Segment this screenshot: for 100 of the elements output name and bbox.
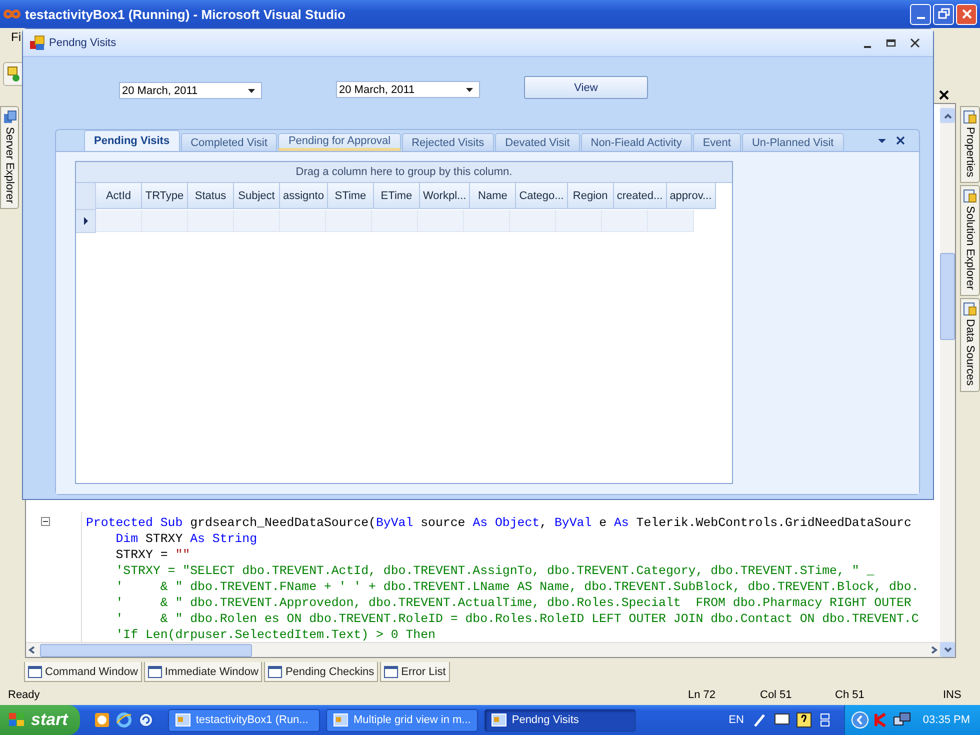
infinity-logo-icon [3, 7, 21, 21]
side-tab[interactable]: Solution Explorer [960, 185, 980, 296]
tab[interactable]: Pending for Approval [278, 133, 401, 151]
close-button[interactable] [956, 4, 977, 24]
grid-cell[interactable] [464, 210, 510, 232]
column-header[interactable]: approv... [666, 183, 716, 209]
column-header[interactable]: Name [470, 183, 516, 209]
grid-cell[interactable] [372, 210, 418, 232]
date-picker[interactable]: 20 March, 2011 [336, 81, 480, 98]
document-icon [963, 189, 977, 204]
window-icon [490, 713, 507, 727]
dialog-title: Pendng Visits [49, 36, 116, 48]
date-picker[interactable]: 20 March, 2011 [119, 82, 262, 99]
window-icon [28, 666, 42, 678]
grid-cell[interactable] [510, 210, 556, 232]
dropdown-icon[interactable] [878, 138, 886, 144]
restore-icon [938, 8, 950, 20]
grid-cell[interactable] [234, 210, 280, 232]
line-number: Ln 72 [688, 688, 717, 700]
browser-icon[interactable] [116, 712, 132, 728]
tab[interactable]: Un-Planned Visit [742, 133, 844, 151]
side-tab[interactable]: Data Sources [960, 298, 980, 392]
close-icon[interactable] [896, 136, 905, 145]
tab[interactable]: Event [692, 133, 741, 151]
side-tab[interactable]: Properties [960, 106, 980, 184]
taskbar-button[interactable]: Pendng Visits [484, 708, 636, 732]
code-line: STRXY = "" [114, 547, 192, 563]
tab[interactable]: Pending Visits [84, 130, 180, 151]
code-line: Dim STRXY As String [114, 531, 258, 547]
code-line: 'If Len(drpuser.SelectedItem.Text) > 0 Then [114, 627, 436, 643]
row-indicator-cell[interactable] [76, 210, 96, 233]
column-header[interactable]: Catego... [516, 183, 568, 209]
clock: 03:35 PM [922, 714, 970, 726]
tab[interactable]: Rejected Visits [402, 133, 494, 151]
code-line: 'STRXY = "SELECT dbo.TREVENT.ActId, dbo.TREVENT.AssignTo, dbo.TREVENT.Category, dbo.TREVENT.STime, " _ [114, 563, 876, 579]
minimize-icon [916, 17, 924, 19]
document-icon [963, 110, 977, 124]
horizontal-scrollbar[interactable] [26, 642, 940, 657]
row-header-cell [76, 183, 96, 210]
view-button[interactable]: View [524, 76, 648, 99]
tab[interactable]: Completed Visit [180, 133, 278, 151]
column-header[interactable]: created... [614, 183, 667, 209]
grid-cell[interactable] [648, 210, 694, 232]
grid-cell[interactable] [602, 210, 648, 232]
menu-item[interactable]: Fi [11, 30, 21, 44]
code-line: ' & " dbo.Rolen es ON dbo.TREVENT.RoleID = dbo.Roles.RoleID LEFT OUTER JOIN dbo.Contact ON dbo.TREVENT.C [114, 611, 920, 627]
column-header[interactable]: STime [328, 183, 374, 209]
grid-cell[interactable] [142, 210, 188, 232]
group-panel-hint: Drag a column here to group by this column. [76, 162, 732, 183]
grid-cell[interactable] [556, 210, 602, 232]
grid-cell[interactable] [188, 210, 234, 232]
chevron-icon[interactable] [850, 711, 869, 729]
column-header[interactable]: Workpl... [420, 183, 470, 209]
taskbar-button[interactable]: Multiple grid view in m... [326, 708, 478, 732]
taskbar-button[interactable]: testactivityBox1 (Run... [168, 708, 320, 732]
language-indicator[interactable]: EN [728, 714, 744, 726]
tool-window-tab[interactable]: Pending Checkins [264, 662, 378, 682]
vertical-scrollbar[interactable] [940, 104, 955, 657]
help-icon[interactable] [796, 712, 812, 728]
document-icon [963, 302, 977, 316]
scroll-thumb[interactable] [940, 253, 955, 340]
collapse-icon[interactable] [41, 517, 50, 526]
close-icon[interactable] [939, 90, 949, 100]
network-computers-icon[interactable] [892, 712, 911, 728]
window-title: testactivityBox1 (Running) - Microsoft Visual Studio [25, 6, 346, 22]
column-header[interactable]: ActId [96, 183, 142, 209]
tab[interactable]: Non-Fieald Activity [580, 133, 692, 151]
grid-cell[interactable] [326, 210, 372, 232]
column-header[interactable]: Region [568, 183, 614, 209]
clock-icon[interactable] [94, 712, 110, 728]
column-header[interactable]: Subject [234, 183, 280, 209]
column-header[interactable]: ETime [374, 183, 420, 209]
app-icon [29, 34, 45, 50]
scroll-thumb[interactable] [40, 644, 252, 656]
window-icon [148, 666, 162, 678]
minimize-icon [864, 46, 870, 48]
scroll-up-icon[interactable] [942, 112, 952, 120]
code-line: ' & " dbo.TREVENT.Approvedon, dbo.TREVENT.ActualTime, dbo.Roles.Specialt FROM dbo.Pharmacy RIGHT OUTER [114, 595, 912, 611]
grid-cell[interactable] [418, 210, 464, 232]
tool-window-tab[interactable]: Command Window [24, 662, 142, 682]
column-header[interactable]: Status [188, 183, 234, 209]
grid-cell[interactable] [96, 210, 142, 232]
grid-cell[interactable] [280, 210, 326, 232]
tab[interactable]: Devated Visit [495, 133, 580, 151]
minimize-button[interactable] [910, 4, 931, 24]
refresh-icon[interactable] [138, 712, 154, 728]
insert-mode: INS [943, 688, 962, 700]
server-icon [2, 110, 16, 124]
column-header[interactable]: assignto [280, 183, 328, 209]
character-number: Ch 51 [835, 688, 866, 700]
restore-button[interactable] [933, 4, 954, 24]
tool-window-tab[interactable]: Error List [380, 662, 450, 682]
side-tab[interactable]: Server Explorer [0, 106, 19, 210]
column-number: Col 51 [760, 688, 793, 700]
pen-icon[interactable] [752, 712, 768, 728]
scroll-down-icon[interactable] [942, 646, 952, 654]
tool-window-tab[interactable]: Immediate Window [144, 662, 262, 682]
close-icon [910, 38, 920, 48]
dropdown-icon [465, 86, 474, 92]
column-header[interactable]: TRType [142, 183, 188, 209]
